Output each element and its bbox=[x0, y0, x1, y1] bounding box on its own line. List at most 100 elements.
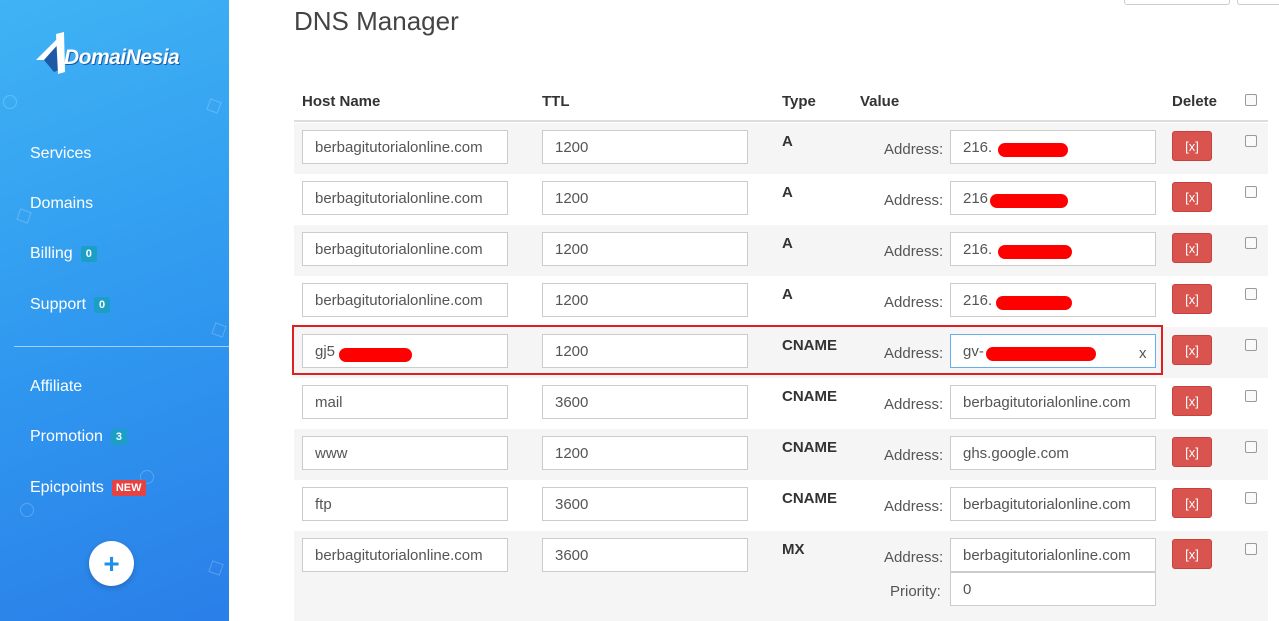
record-type: CNAME bbox=[782, 388, 837, 405]
table-row: mail 3600 CNAME Address: berbagitutorialonli… bbox=[294, 378, 1268, 429]
table-row: berbagitutorialonline.com 1200 A Address: 21… bbox=[294, 276, 1268, 327]
redaction-mark bbox=[990, 194, 1068, 208]
delete-button[interactable]: [x] bbox=[1172, 539, 1212, 569]
header-type: Type bbox=[782, 93, 816, 110]
address-value: 216 bbox=[963, 189, 989, 207]
row-checkbox[interactable] bbox=[1245, 390, 1257, 402]
sidebar-item-label: Epicpoints bbox=[30, 479, 104, 496]
address-value: berbagitutorialonline.com bbox=[963, 495, 1131, 513]
record-type: MX bbox=[782, 541, 805, 558]
row-checkbox[interactable] bbox=[1245, 186, 1257, 198]
top-action-button[interactable] bbox=[1124, 0, 1230, 5]
sidebar-item-billing[interactable]: Billing 0 bbox=[30, 245, 97, 263]
delete-button[interactable]: [x] bbox=[1172, 131, 1212, 161]
delete-button[interactable]: [x] bbox=[1172, 437, 1212, 467]
ttl-input[interactable]: 1200 bbox=[542, 130, 748, 164]
address-label: Address: bbox=[884, 192, 944, 209]
sidebar-item-services[interactable]: Services bbox=[30, 145, 91, 163]
sidebar-item-support[interactable]: Support 0 bbox=[30, 296, 111, 314]
redaction-mark bbox=[998, 245, 1072, 259]
address-label: Address: bbox=[884, 498, 944, 515]
sidebar-item-epicpoints[interactable]: Epicpoints NEW bbox=[30, 479, 146, 497]
row-checkbox[interactable] bbox=[1245, 135, 1257, 147]
domainesia-logo[interactable]: DomaiNesia bbox=[34, 32, 194, 78]
decor-circle bbox=[20, 503, 34, 517]
row-checkbox[interactable] bbox=[1245, 237, 1257, 249]
delete-button[interactable]: [x] bbox=[1172, 386, 1212, 416]
address-input[interactable]: berbagitutorialonline.com bbox=[950, 385, 1156, 419]
record-type: A bbox=[782, 286, 793, 303]
host-name-input[interactable]: berbagitutorialonline.com bbox=[302, 538, 508, 572]
page-title: DNS Manager bbox=[294, 6, 459, 36]
sidebar-item-label: Domains bbox=[30, 195, 94, 212]
host-name-input[interactable]: ftp bbox=[302, 487, 508, 521]
ttl-input[interactable]: 3600 bbox=[542, 385, 748, 419]
address-value: 216. bbox=[963, 240, 993, 258]
address-label: Address: bbox=[884, 549, 944, 566]
decor-square bbox=[211, 322, 227, 338]
ttl-input[interactable]: 1200 bbox=[542, 283, 748, 317]
sidebar: DomaiNesia Services Domains Billing 0 Su… bbox=[0, 0, 229, 621]
address-label: Address: bbox=[884, 243, 944, 260]
sidebar-item-label: Support bbox=[30, 296, 87, 313]
table-header: Host Name TTL Type Value Delete bbox=[294, 86, 1268, 122]
address-input[interactable]: berbagitutorialonline.com bbox=[950, 538, 1156, 572]
host-name-input[interactable]: mail bbox=[302, 385, 508, 419]
row-checkbox[interactable] bbox=[1245, 288, 1257, 300]
host-name-input[interactable]: berbagitutorialonline.com bbox=[302, 232, 508, 266]
highlight-box bbox=[292, 325, 1163, 375]
ttl-input[interactable]: 3600 bbox=[542, 487, 748, 521]
top-action-button[interactable] bbox=[1237, 0, 1279, 5]
new-badge: NEW bbox=[111, 480, 146, 496]
row-checkbox[interactable] bbox=[1245, 441, 1257, 453]
sidebar-divider bbox=[14, 346, 229, 347]
table-row: berbagitutorialonline.com 1200 A Address: 21… bbox=[294, 174, 1268, 225]
address-input[interactable]: ghs.google.com bbox=[950, 436, 1156, 470]
delete-button[interactable]: [x] bbox=[1172, 488, 1212, 518]
row-checkbox[interactable] bbox=[1245, 543, 1257, 555]
sidebar-item-affiliate[interactable]: Affiliate bbox=[30, 378, 82, 396]
header-ttl: TTL bbox=[542, 93, 570, 110]
host-name-input[interactable]: berbagitutorialonline.com bbox=[302, 181, 508, 215]
ttl-input[interactable]: 1200 bbox=[542, 436, 748, 470]
table-row: berbagitutorialonline.com 1200 A Address: 21… bbox=[294, 225, 1268, 276]
redaction-mark bbox=[996, 296, 1072, 310]
record-type: A bbox=[782, 133, 793, 150]
record-type: A bbox=[782, 184, 793, 201]
sidebar-item-promotion[interactable]: Promotion 3 bbox=[30, 428, 128, 446]
priority-input[interactable]: 0 bbox=[950, 572, 1156, 606]
ttl-input[interactable]: 1200 bbox=[542, 181, 748, 215]
delete-button[interactable]: [x] bbox=[1172, 182, 1212, 212]
address-value: berbagitutorialonline.com bbox=[963, 546, 1131, 564]
address-value: 216. bbox=[963, 291, 993, 309]
host-name-input[interactable]: berbagitutorialonline.com bbox=[302, 283, 508, 317]
row-checkbox[interactable] bbox=[1245, 492, 1257, 504]
support-count-badge: 0 bbox=[94, 297, 111, 313]
ttl-input[interactable]: 1200 bbox=[542, 232, 748, 266]
delete-button[interactable]: [x] bbox=[1172, 335, 1212, 365]
billing-count-badge: 0 bbox=[80, 246, 97, 262]
select-all-checkbox[interactable] bbox=[1245, 94, 1257, 106]
delete-button[interactable]: [x] bbox=[1172, 284, 1212, 314]
address-label: Address: bbox=[884, 294, 944, 311]
decor-square bbox=[208, 560, 224, 576]
table-row: berbagitutorialonline.com 1200 A Address: 21… bbox=[294, 123, 1268, 174]
table-row: www 1200 CNAME Address: ghs.google.com [x] bbox=[294, 429, 1268, 480]
sidebar-item-label: Services bbox=[30, 145, 92, 162]
record-type: CNAME bbox=[782, 490, 837, 507]
row-checkbox[interactable] bbox=[1245, 339, 1257, 351]
host-name-input[interactable]: berbagitutorialonline.com bbox=[302, 130, 508, 164]
delete-button[interactable]: [x] bbox=[1172, 233, 1212, 263]
host-name-input[interactable]: www bbox=[302, 436, 508, 470]
table-row: berbagitutorialonline.com 3600 MX Address: b… bbox=[294, 531, 1268, 621]
address-label: Address: bbox=[884, 141, 944, 158]
address-value: ghs.google.com bbox=[963, 444, 1069, 462]
address-input[interactable]: berbagitutorialonline.com bbox=[950, 487, 1156, 521]
address-label: Address: bbox=[884, 447, 944, 464]
sidebar-item-domains[interactable]: Domains bbox=[30, 195, 93, 213]
sidebar-item-label: Promotion bbox=[30, 428, 103, 445]
add-button[interactable]: + bbox=[89, 541, 134, 586]
sidebar-item-label: Affiliate bbox=[30, 378, 83, 395]
address-label: Address: bbox=[884, 396, 944, 413]
ttl-input[interactable]: 3600 bbox=[542, 538, 748, 572]
